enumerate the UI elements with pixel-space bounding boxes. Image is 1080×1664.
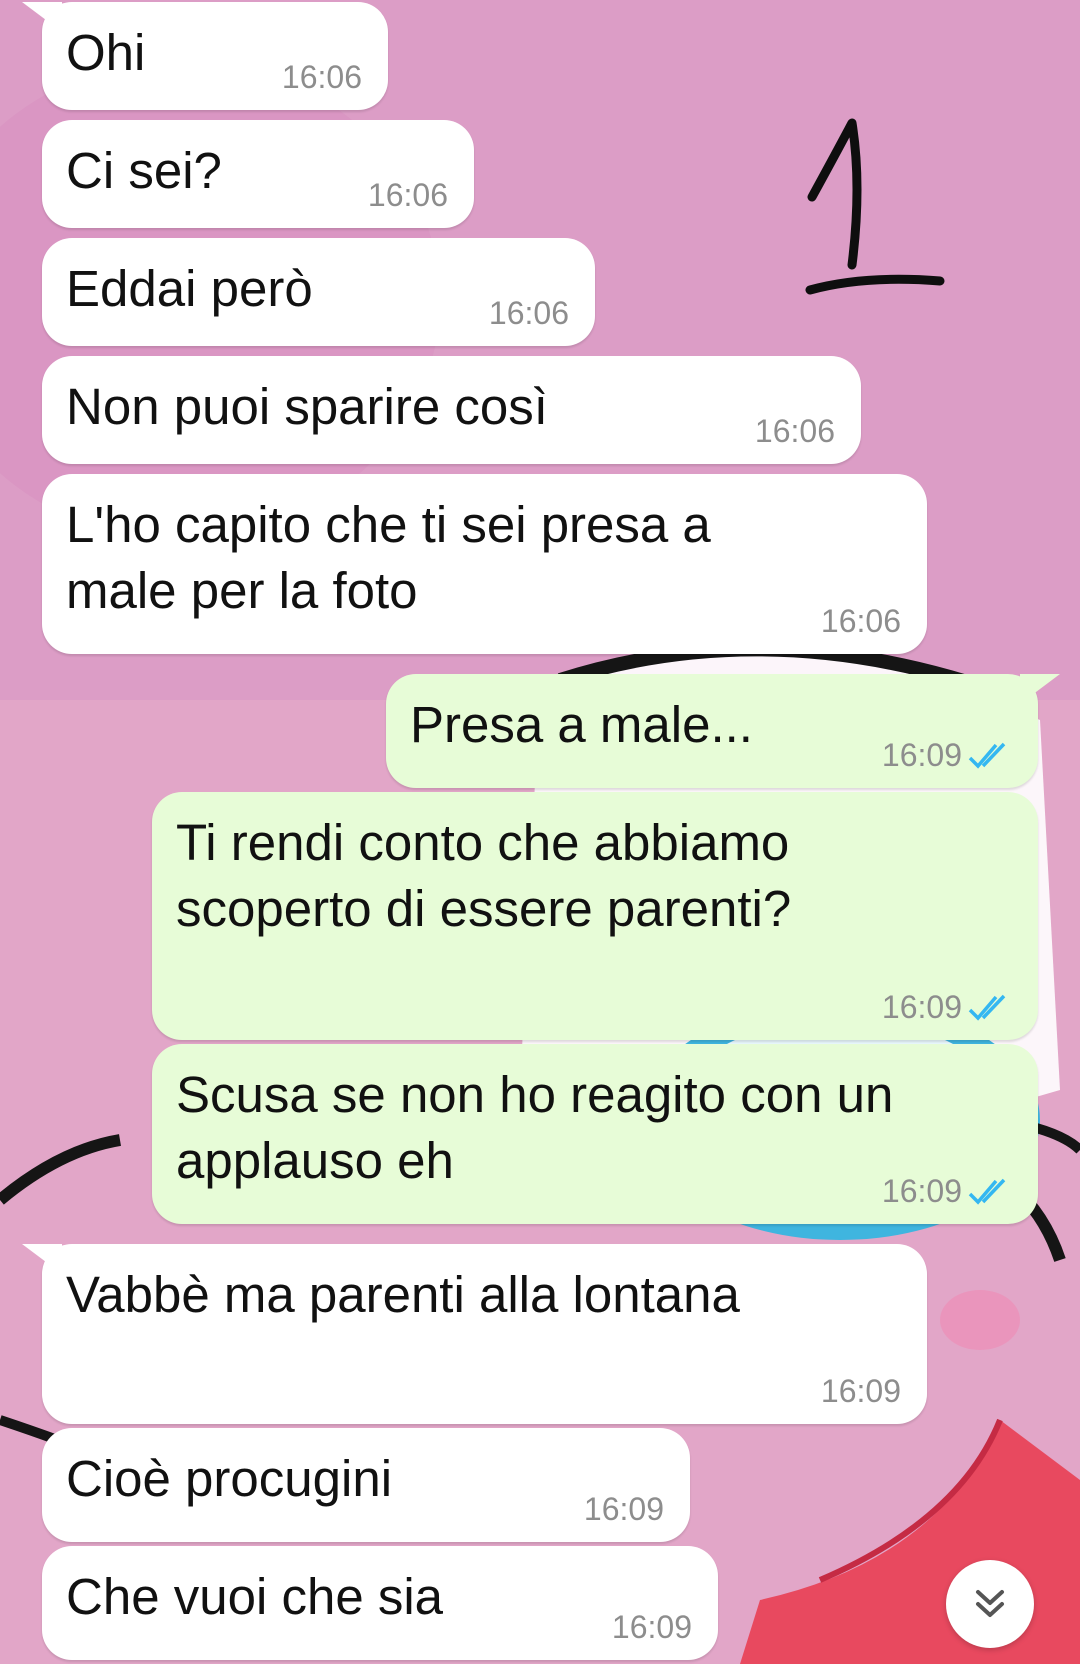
message-bubble-incoming[interactable]: Eddai però 16:06 [42,238,595,346]
message-time: 16:09 [881,737,962,773]
message-text: Presa a male... [410,696,753,753]
message-time: 16:09 [881,1173,962,1209]
message-meta: 16:09 [584,1491,664,1528]
message-bubble-outgoing[interactable]: Scusa se non ho reagito con un applauso … [152,1044,1038,1224]
message-bubble-outgoing[interactable]: Ti rendi conto che abbiamo scoperto di e… [152,792,1038,1040]
message-meta: 16:09 [882,989,1012,1026]
message-meta: 16:09 [612,1609,692,1646]
message-meta: 16:06 [755,413,835,450]
bubble-tail-icon [22,1244,62,1274]
message-text: Cioè procugini [66,1450,393,1507]
message-bubble-incoming[interactable]: Che vuoi che sia 16:09 [42,1546,718,1660]
bubble-tail-icon [22,2,62,32]
double-check-read-icon [968,994,1006,1021]
message-text: Ci sei? [66,142,222,199]
scroll-to-bottom-button[interactable] [946,1560,1034,1648]
message-time: 16:06 [754,413,835,449]
message-text: Vabbè ma parenti alla lontana [66,1266,740,1323]
handwritten-number-one-mark [805,118,945,295]
double-check-read-icon [968,1178,1006,1205]
message-bubble-incoming[interactable]: Ohi 16:06 [42,2,388,110]
message-bubble-outgoing[interactable]: Presa a male... 16:09 [386,674,1038,788]
message-time: 16:06 [488,295,569,331]
message-time: 16:09 [611,1609,692,1645]
message-time: 16:09 [820,1373,901,1409]
message-time: 16:06 [820,603,901,639]
message-meta: 16:09 [882,1173,1012,1210]
message-meta: 16:06 [489,295,569,332]
message-time: 16:09 [583,1491,664,1527]
message-meta: 16:09 [882,737,1012,774]
message-text: Scusa se non ho reagito con un applauso … [176,1066,894,1189]
message-time: 16:09 [881,989,962,1025]
message-meta: 16:06 [368,177,448,214]
message-meta: 16:09 [821,1373,901,1410]
message-text: Ohi [66,24,146,81]
message-bubble-incoming[interactable]: L'ho capito che ti sei presa a male per … [42,474,927,654]
message-text: Non puoi sparire così [66,378,548,435]
message-meta: 16:06 [282,59,362,96]
message-text: Ti rendi conto che abbiamo scoperto di e… [176,814,792,937]
message-text: Eddai però [66,260,313,317]
message-bubble-incoming[interactable]: Non puoi sparire così 16:06 [42,356,861,464]
message-bubble-incoming[interactable]: Vabbè ma parenti alla lontana 16:09 [42,1244,927,1424]
message-time: 16:06 [281,59,362,95]
bubble-tail-icon [1020,674,1060,704]
double-chevron-down-icon [976,1590,1004,1617]
message-bubble-incoming[interactable]: Ci sei? 16:06 [42,120,474,228]
message-meta: 16:06 [821,603,901,640]
message-bubble-incoming[interactable]: Cioè procugini 16:09 [42,1428,690,1542]
double-check-read-icon [968,742,1006,769]
message-text: Che vuoi che sia [66,1568,444,1625]
message-text: L'ho capito che ti sei presa a male per … [66,496,711,619]
message-time: 16:06 [367,177,448,213]
